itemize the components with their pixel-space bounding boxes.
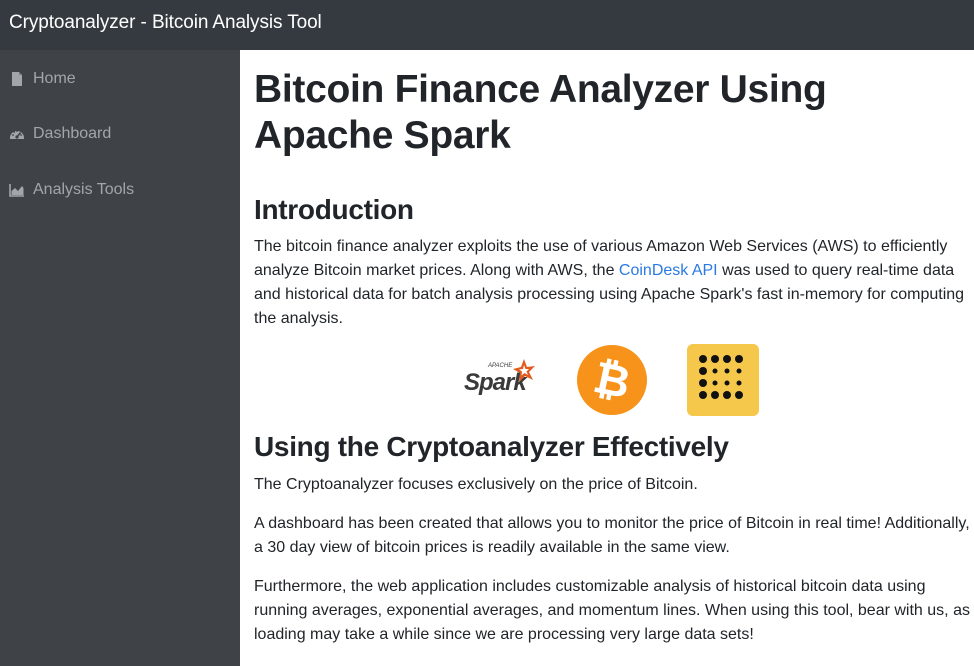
usage-paragraph-3: Furthermore, the web application include… bbox=[254, 578, 970, 643]
app-title[interactable]: Cryptoanalyzer - Bitcoin Analysis Tool bbox=[9, 12, 322, 34]
spark-logo-word: Spark bbox=[464, 369, 528, 396]
sidebar-item-label: Home bbox=[33, 70, 76, 87]
main-content: Bitcoin Finance Analyzer Using Apache Sp… bbox=[240, 50, 974, 666]
sidebar-item-analysis-tools[interactable]: Analysis Tools bbox=[9, 178, 134, 202]
bitcoin-logo: ₿ bbox=[577, 345, 647, 415]
top-navbar: Cryptoanalyzer - Bitcoin Analysis Tool bbox=[0, 0, 974, 50]
logo-row: APACHE Spark ₿ bbox=[240, 343, 974, 416]
sidebar-item-label: Dashboard bbox=[33, 125, 112, 142]
sidebar-item-home[interactable]: Home bbox=[9, 67, 76, 91]
intro-paragraph: The bitcoin finance analyzer exploits th… bbox=[254, 235, 970, 331]
usage-paragraph-1: The Cryptoanalyzer focuses exclusively o… bbox=[254, 476, 698, 493]
usage-paragraph-2: A dashboard has been created that allows… bbox=[254, 515, 970, 556]
usage-heading: Using the Cryptoanalyzer Effectively bbox=[254, 431, 729, 462]
page-title: Bitcoin Finance Analyzer Using Apache Sp… bbox=[254, 68, 827, 157]
sidebar-item-label: Analysis Tools bbox=[33, 181, 135, 198]
coindesk-api-link[interactable]: CoinDesk API bbox=[619, 262, 718, 279]
intro-heading: Introduction bbox=[254, 194, 414, 225]
coindesk-logo bbox=[687, 344, 759, 416]
area-chart-icon bbox=[9, 184, 24, 197]
apache-spark-logo: APACHE Spark bbox=[464, 359, 535, 396]
sidebar: Home Dashboard Analysis Tools bbox=[0, 50, 240, 666]
sidebar-item-dashboard[interactable]: Dashboard bbox=[9, 122, 111, 146]
gauge-icon bbox=[10, 130, 24, 139]
file-icon bbox=[12, 72, 22, 86]
